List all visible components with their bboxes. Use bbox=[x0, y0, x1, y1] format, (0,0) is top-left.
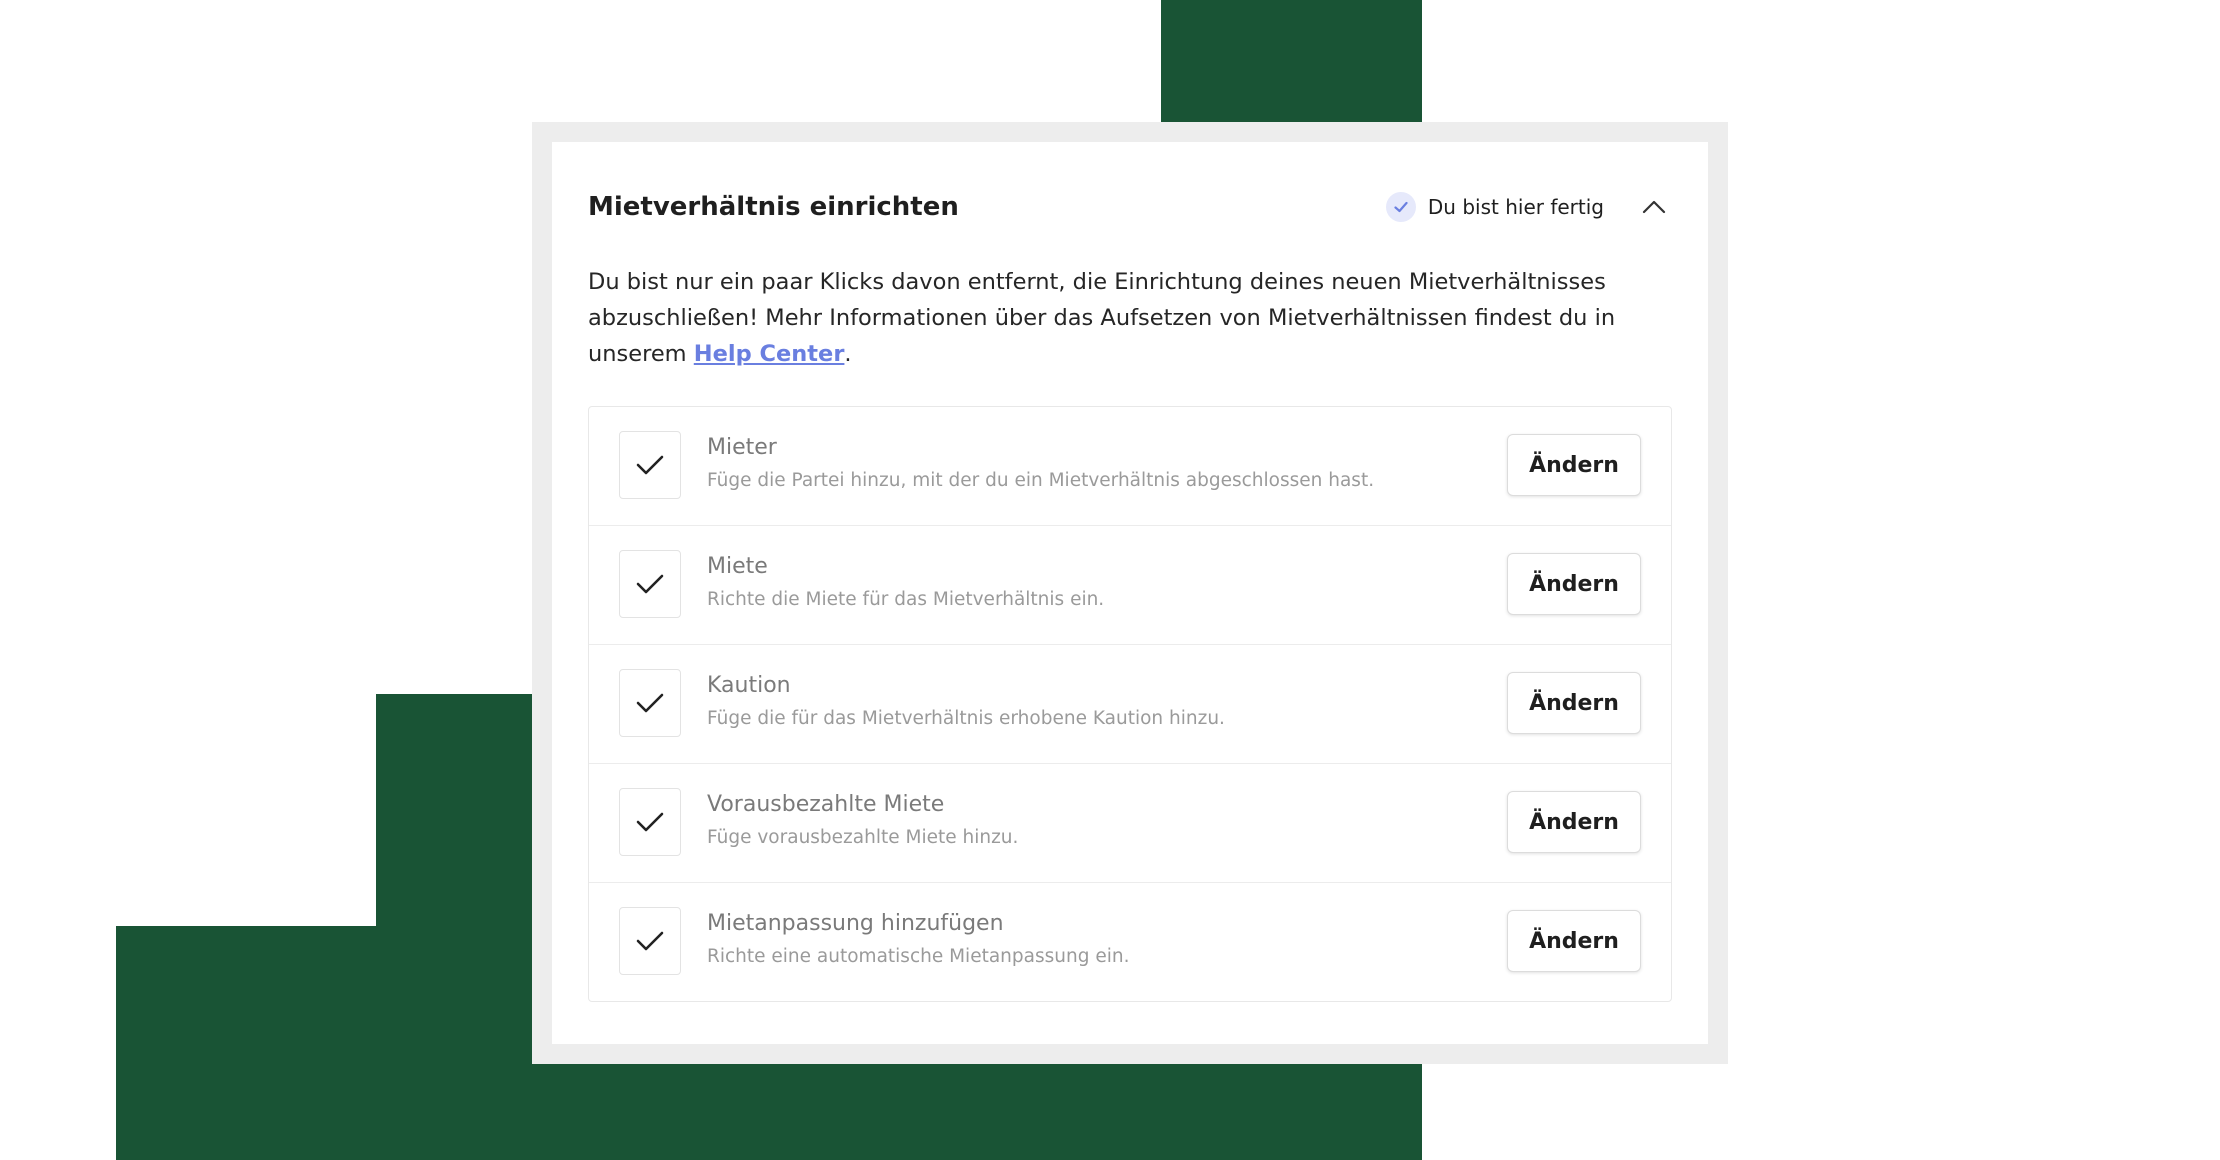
step-title: Mieter bbox=[707, 435, 777, 460]
change-button-prepaid-rent[interactable]: Ändern bbox=[1507, 791, 1641, 853]
help-center-link[interactable]: Help Center bbox=[694, 341, 845, 367]
change-button-deposit[interactable]: Ändern bbox=[1507, 672, 1641, 734]
step-title: Miete bbox=[707, 554, 768, 579]
card-title: Mietverhältnis einrichten bbox=[588, 192, 959, 222]
step-title: Mietanpassung hinzufügen bbox=[707, 911, 1004, 936]
step-row-deposit: Kaution Füge die für das Mietverhältnis … bbox=[589, 645, 1671, 764]
card-header: Mietverhältnis einrichten Du bist hier f… bbox=[588, 182, 1672, 232]
step-description: Füge die Partei hinzu, mit der du ein Mi… bbox=[707, 470, 1375, 491]
intro-suffix: . bbox=[844, 341, 852, 367]
step-text: Kaution Füge die für das Mietverhältnis … bbox=[707, 671, 1467, 733]
intro-text: Du bist nur ein paar Klicks davon entfer… bbox=[588, 264, 1678, 372]
status-area: Du bist hier fertig bbox=[1385, 189, 1672, 225]
check-icon bbox=[1385, 192, 1416, 222]
check-icon[interactable] bbox=[619, 788, 681, 856]
step-row-prepaid-rent: Vorausbezahlte Miete Füge vorausbezahlte… bbox=[589, 764, 1671, 883]
step-text: Mieter Füge die Partei hinzu, mit der du… bbox=[707, 433, 1467, 495]
step-row-rent: Miete Richte die Miete für das Mietverhä… bbox=[589, 526, 1671, 645]
change-button-rent[interactable]: Ändern bbox=[1507, 553, 1641, 615]
step-text: Mietanpassung hinzufügen Richte eine aut… bbox=[707, 909, 1467, 971]
check-icon[interactable] bbox=[619, 669, 681, 737]
step-description: Richte die Miete für das Mietverhältnis … bbox=[707, 589, 1105, 610]
step-title: Vorausbezahlte Miete bbox=[707, 792, 945, 817]
setup-card: Mietverhältnis einrichten Du bist hier f… bbox=[552, 142, 1708, 1044]
change-button-rent-adjustment[interactable]: Ändern bbox=[1507, 910, 1641, 972]
step-row-tenant: Mieter Füge die Partei hinzu, mit der du… bbox=[589, 407, 1671, 526]
step-row-rent-adjustment: Mietanpassung hinzufügen Richte eine aut… bbox=[589, 883, 1671, 1002]
status-text: Du bist hier fertig bbox=[1427, 195, 1604, 219]
step-text: Miete Richte die Miete für das Mietverhä… bbox=[707, 552, 1467, 614]
check-icon[interactable] bbox=[619, 907, 681, 975]
chevron-up-icon[interactable] bbox=[1636, 189, 1672, 225]
check-icon[interactable] bbox=[619, 550, 681, 618]
page-background: Mietverhältnis einrichten Du bist hier f… bbox=[0, 0, 2220, 1160]
steps-list: Mieter Füge die Partei hinzu, mit der du… bbox=[588, 406, 1672, 1002]
step-description: Füge die für das Mietverhältnis erhobene… bbox=[707, 708, 1225, 729]
change-button-tenant[interactable]: Ändern bbox=[1507, 434, 1641, 496]
step-title: Kaution bbox=[707, 673, 791, 698]
step-description: Füge vorausbezahlte Miete hinzu. bbox=[707, 827, 1019, 848]
card-frame: Mietverhältnis einrichten Du bist hier f… bbox=[532, 122, 1728, 1064]
decor-green-block-top bbox=[1161, 0, 1422, 122]
step-description: Richte eine automatische Mietanpassung e… bbox=[707, 946, 1130, 967]
check-icon[interactable] bbox=[619, 431, 681, 499]
step-text: Vorausbezahlte Miete Füge vorausbezahlte… bbox=[707, 790, 1467, 852]
